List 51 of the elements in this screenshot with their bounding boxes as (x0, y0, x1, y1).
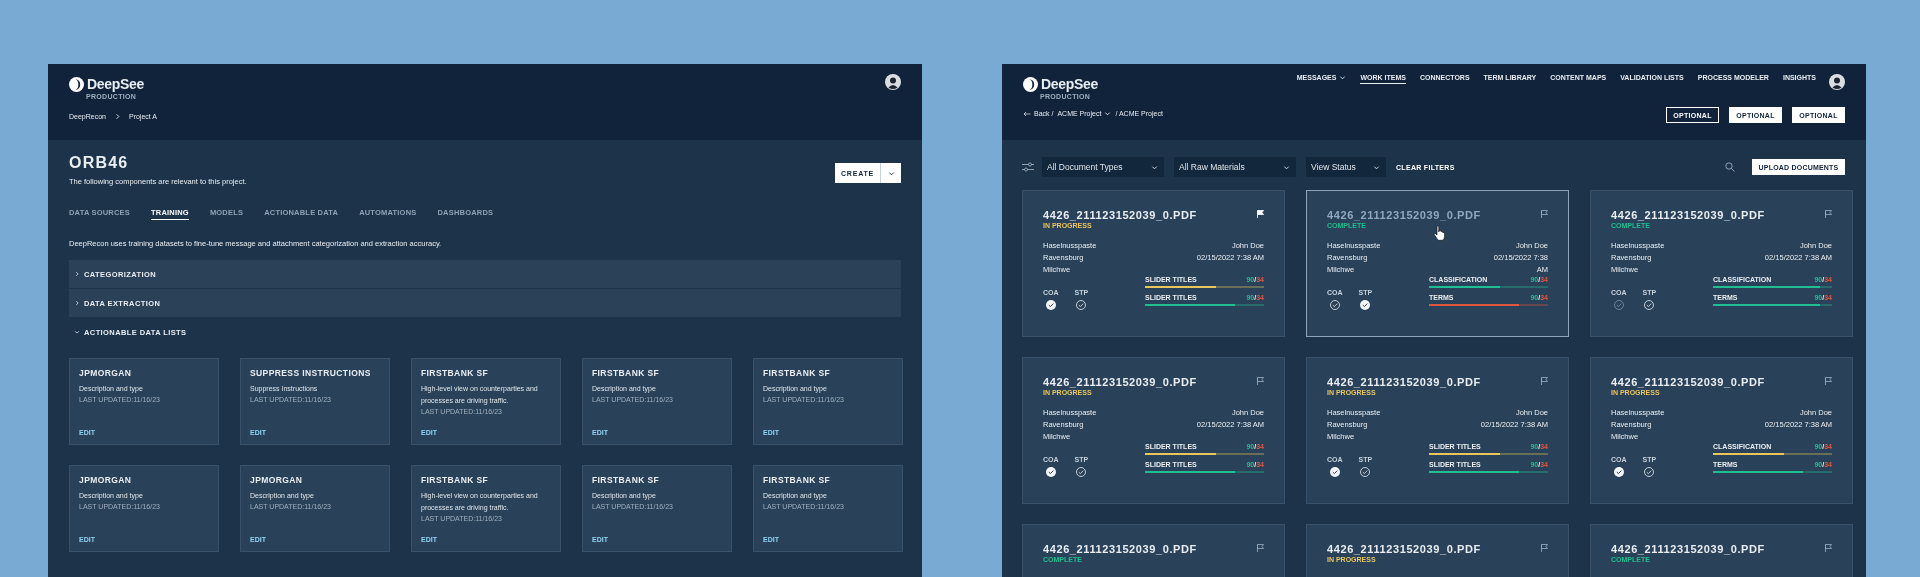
card-title: SUPPRESS INSTRUCTIONS (250, 368, 372, 378)
logo-text: DeepSee (87, 76, 145, 92)
logo-text: DeepSee (1041, 76, 1099, 92)
card-title: FIRSTBANK SF (592, 475, 661, 485)
flag-icon[interactable] (1825, 544, 1832, 552)
logo-icon (1023, 76, 1038, 92)
flag-icon[interactable] (1825, 377, 1832, 385)
flag-icon[interactable] (1541, 377, 1548, 385)
card-title: JPMORGAN (79, 475, 133, 485)
document-title: 4426_211123152039_0.PDF (1611, 376, 1765, 388)
card-title: FIRSTBANK SF (421, 475, 490, 485)
chevron-icon (113, 113, 121, 120)
flag-icon[interactable] (1541, 544, 1548, 552)
filter-dropdown[interactable]: View Status (1306, 157, 1386, 177)
card-title: FIRSTBANK SF (592, 368, 661, 378)
card-title: JPMORGAN (250, 475, 304, 485)
filter-sliders-icon[interactable] (1022, 162, 1034, 172)
card-title: FIRSTBANK SF (763, 475, 832, 485)
back-arrow-icon (1023, 110, 1031, 117)
filter-dropdown[interactable]: All Document Types (1042, 157, 1164, 177)
document-title: 4426_211123152039_0.PDF (1043, 209, 1197, 221)
chevron-icon (74, 329, 80, 335)
caret-icon (1339, 74, 1347, 81)
caret-icon (887, 169, 895, 177)
document-title: 4426_211123152039_0.PDF (1043, 543, 1197, 555)
card-title: JPMORGAN (79, 368, 133, 378)
card-title: FIRSTBANK SF (421, 368, 490, 378)
document-title: 4426_211123152039_0.PDF (1327, 376, 1481, 388)
caret-icon (1151, 163, 1158, 171)
avatar-icon[interactable] (885, 74, 901, 90)
document-title: 4426_211123152039_0.PDF (1327, 543, 1481, 555)
card-title: FIRSTBANK SF (763, 368, 832, 378)
flag-icon[interactable] (1257, 377, 1264, 385)
chevron-icon (74, 271, 80, 277)
document-title: 4426_211123152039_0.PDF (1611, 543, 1765, 555)
logo-icon (69, 76, 84, 92)
page-title: ORB46 (69, 154, 130, 172)
filter-dropdown[interactable]: All Raw Materials (1174, 157, 1296, 177)
caret-icon (1283, 163, 1290, 171)
avatar-icon[interactable] (1829, 74, 1845, 90)
flag-icon[interactable] (1541, 210, 1548, 218)
document-title: 4426_211123152039_0.PDF (1327, 209, 1481, 221)
caret-icon (1373, 163, 1380, 171)
flag-icon[interactable] (1257, 544, 1264, 552)
document-title: 4426_211123152039_0.PDF (1611, 209, 1765, 221)
flag-icon[interactable] (1825, 210, 1832, 218)
search-icon[interactable] (1725, 162, 1735, 172)
hand-cursor-icon (1433, 225, 1446, 241)
chevron-icon (74, 300, 80, 306)
caret-icon (1104, 110, 1112, 117)
document-title: 4426_211123152039_0.PDF (1043, 376, 1197, 388)
